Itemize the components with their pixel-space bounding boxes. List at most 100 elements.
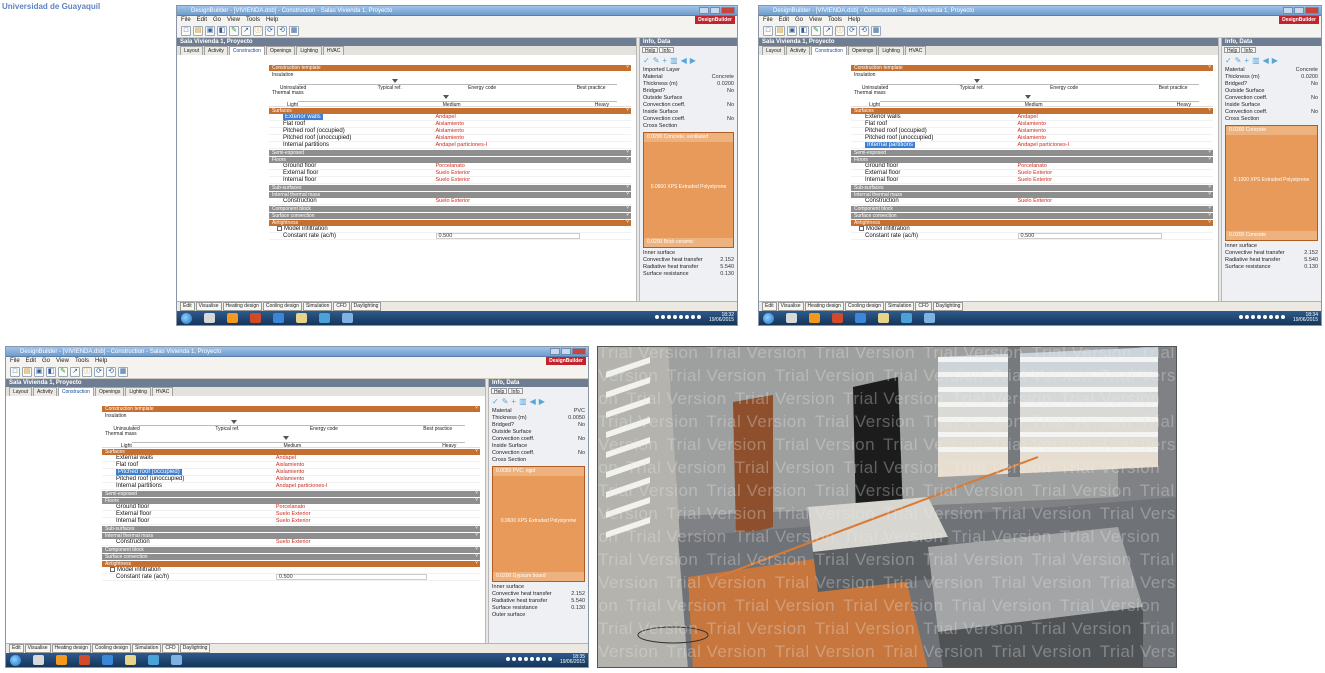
floor-row[interactable]: Internal floor Suelo Exterior (851, 177, 1213, 184)
floor-row[interactable]: Internal floor Suelo Exterior (269, 177, 631, 184)
row-value[interactable]: Suelo Exterior (276, 539, 311, 545)
menu-item-go[interactable]: Go (795, 16, 803, 24)
row-value[interactable]: Aislamiento (436, 128, 464, 134)
group-header[interactable]: Airtightness (102, 560, 480, 567)
info-tab-help[interactable]: Help (491, 388, 508, 395)
info-tab-help[interactable]: Help (642, 47, 659, 54)
group-header[interactable]: Floors (102, 497, 480, 504)
new-file-icon[interactable]: □ (10, 366, 20, 377)
infiltration-rate-row[interactable]: Constant rate (ac/h) 0.500 (102, 574, 480, 581)
infiltration-rate-input[interactable]: 0.500 (435, 233, 581, 239)
group-header[interactable]: Floors (851, 156, 1213, 163)
group-header[interactable]: Sub-surfaces (269, 184, 631, 191)
menu-item-tools[interactable]: Tools (246, 16, 260, 24)
taskbar-app-icon[interactable] (79, 655, 90, 665)
forward-icon[interactable]: ▶ (1272, 56, 1278, 65)
row-value[interactable]: Porcelanato (276, 504, 305, 510)
surface-row[interactable]: Internal partitions Andapel particiones-I (269, 142, 631, 149)
row-value[interactable]: Porcelanato (1018, 163, 1047, 169)
edit-icon[interactable]: ✎ (653, 56, 660, 65)
tray-icon[interactable] (679, 315, 683, 319)
open-icon[interactable]: ▤ (193, 25, 203, 36)
info-tab-info[interactable]: Info (1241, 47, 1256, 54)
edit-icon[interactable]: ✎ (502, 397, 509, 406)
edit-icon[interactable]: ✎ (229, 25, 239, 36)
row-value[interactable]: Andapel particiones-I (276, 483, 328, 489)
menu-item-help[interactable]: Help (266, 16, 278, 24)
model-infiltration-row[interactable]: Model infiltration (269, 225, 631, 233)
info-tab-info[interactable]: Info (508, 388, 523, 395)
tray-icon[interactable] (518, 657, 522, 661)
save-icon[interactable]: ▣ (34, 366, 44, 377)
breadcrumb[interactable]: Sala Vivienda 1, Proyecto (6, 379, 485, 387)
menu-item-help[interactable]: Help (95, 357, 107, 365)
surface-row[interactable]: Internal partitions Andapel particiones-I (851, 142, 1213, 149)
model-infiltration-checkbox[interactable] (859, 225, 864, 231)
menu-item-help[interactable]: Help (848, 16, 860, 24)
back-icon[interactable]: ◀ (681, 56, 687, 65)
taskbar-app-icon[interactable] (786, 313, 797, 323)
infiltration-rate-input[interactable]: 0.500 (275, 574, 428, 580)
surface-row[interactable]: Pitched roof (unoccupied) Aislamiento (269, 135, 631, 142)
pan-icon[interactable]: ⟲ (106, 366, 116, 377)
surfaces-group-header[interactable]: Surfaces (269, 107, 631, 114)
row-value[interactable]: Andapel particiones-I (1018, 142, 1070, 148)
tray-icon[interactable] (536, 657, 540, 661)
tray-icon[interactable] (661, 315, 665, 319)
group-header[interactable]: Airtightness (269, 219, 631, 226)
surface-row[interactable]: Pitched roof (unoccupied) Aislamiento (102, 476, 480, 483)
check-icon[interactable]: ✓ (492, 397, 499, 406)
thermal-mass-slider-thumb[interactable] (1024, 95, 1031, 99)
screen-tab[interactable]: CFD (333, 302, 350, 311)
surfaces-group-header[interactable]: Surfaces (102, 448, 480, 455)
screen-tab[interactable]: Daylighting (179, 644, 211, 653)
floor-row[interactable]: Ground floor Porcelanato (102, 504, 480, 511)
taskbar-app-icon[interactable] (204, 313, 215, 323)
group-header[interactable]: Surface convection (102, 553, 480, 560)
tab-hvac[interactable]: HVAC (151, 387, 174, 396)
pan-icon[interactable]: ⟲ (277, 25, 287, 36)
taskbar-app-icon[interactable] (33, 655, 44, 665)
breadcrumb[interactable]: Sala Vivienda 1, Proyecto (177, 38, 636, 46)
row-value[interactable]: Aislamiento (276, 476, 304, 482)
group-header[interactable]: Semi-exposed (269, 149, 631, 156)
edit-icon[interactable]: ✎ (1235, 56, 1242, 65)
infiltration-rate-input[interactable]: 0.500 (1017, 233, 1163, 239)
tray-icon[interactable] (1251, 315, 1255, 319)
floor-row[interactable]: External floor Suelo Exterior (851, 170, 1213, 177)
group-header[interactable]: Internal thermal mass (851, 191, 1213, 198)
screen-tab[interactable]: Daylighting (932, 302, 964, 311)
tray-icon[interactable] (506, 657, 510, 661)
row-value[interactable]: Aislamiento (1018, 135, 1046, 141)
taskbar-app-icon[interactable] (319, 313, 330, 323)
taskbar-app-icon[interactable] (273, 313, 284, 323)
construction-row[interactable]: Construction Suelo Exterior (269, 198, 631, 205)
menu-item-edit[interactable]: Edit (26, 357, 36, 365)
insulation-slider-thumb[interactable] (974, 79, 981, 83)
row-value[interactable]: Andapel (1018, 114, 1038, 120)
menu-item-file[interactable]: File (10, 357, 20, 365)
taskbar-app-icon[interactable] (924, 313, 935, 323)
row-value[interactable]: Suelo Exterior (276, 518, 311, 524)
tray-icon[interactable] (512, 657, 516, 661)
group-header[interactable]: Floors (269, 156, 631, 163)
row-value[interactable]: Aislamiento (276, 469, 304, 475)
tab-construction[interactable]: Construction (810, 46, 847, 55)
tray-icon[interactable] (1269, 315, 1273, 319)
screen-tab[interactable]: Simulation (303, 302, 333, 311)
orbit-icon[interactable]: ⟳ (94, 366, 104, 377)
menu-item-tools[interactable]: Tools (828, 16, 842, 24)
taskbar-app-icon[interactable] (171, 655, 182, 665)
menu-item-go[interactable]: Go (42, 357, 50, 365)
surface-row[interactable]: External walls Andapel (102, 455, 480, 462)
row-value[interactable]: Suelo Exterior (1018, 177, 1053, 183)
floor-row[interactable]: External floor Suelo Exterior (269, 170, 631, 177)
row-value[interactable]: Suelo Exterior (436, 198, 471, 204)
tray-icon[interactable] (530, 657, 534, 661)
menu-item-file[interactable]: File (763, 16, 773, 24)
floor-row[interactable]: External floor Suelo Exterior (102, 511, 480, 518)
tab-lighting[interactable]: Lighting (878, 46, 904, 55)
add-icon[interactable]: + (1244, 56, 1249, 65)
row-value[interactable]: Aislamiento (436, 135, 464, 141)
screen-tab[interactable]: CFD (915, 302, 932, 311)
